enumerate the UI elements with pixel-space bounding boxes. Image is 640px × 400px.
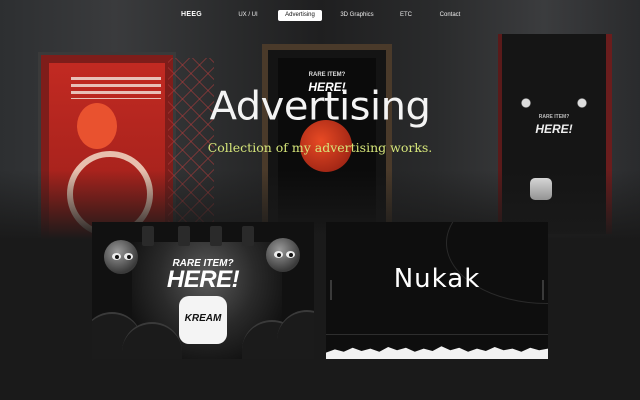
nav-item-3d-graphics[interactable]: 3D Graphics (336, 10, 378, 21)
door-poster-tagline: RARE ITEM? (308, 72, 346, 78)
kream-logo-text: KREAM (184, 313, 222, 324)
brand-logo[interactable]: HEEG (181, 11, 202, 18)
nav-item-advertising[interactable]: Advertising (278, 10, 322, 21)
work-card-kream[interactable]: RARE ITEM? HERE! KREAM (92, 222, 314, 359)
kream-headline: HERE! (166, 266, 240, 293)
seat-shape (277, 310, 314, 359)
nav-item-contact[interactable]: Contact (436, 10, 464, 21)
nav-item-etc[interactable]: ETC (396, 10, 416, 21)
ceiling-lamp (242, 226, 254, 246)
ceiling-lamp (210, 226, 222, 246)
work-card-nukak[interactable]: Nukak (326, 222, 548, 359)
nukak-logo: Nukak (393, 264, 481, 294)
page-subtitle: Collection of my advertising works. (207, 140, 433, 155)
ceiling-lamp (178, 226, 190, 246)
divider-line (326, 334, 548, 335)
nav-item-ux-ui[interactable]: UX / UI (233, 10, 263, 21)
top-nav: HEEG UX / UI Advertising 3D Graphics ETC… (0, 8, 640, 24)
ceiling-lamp (142, 226, 154, 246)
torn-paper-edge (326, 346, 548, 359)
kream-logo-badge: KREAM (179, 296, 227, 344)
page-title: Advertising (209, 84, 431, 130)
